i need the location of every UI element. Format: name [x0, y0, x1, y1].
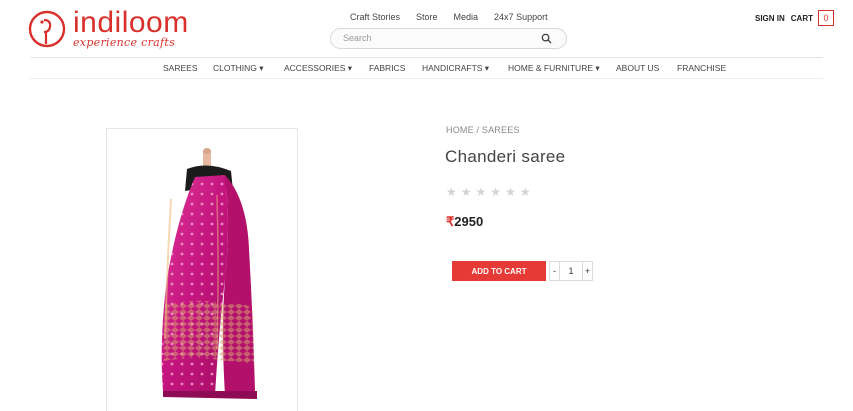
- star-icon[interactable]: ★: [446, 186, 457, 198]
- logo-text: indiloom experience crafts: [73, 6, 189, 50]
- saree-image: [161, 148, 257, 399]
- search-input[interactable]: [343, 33, 533, 43]
- nav-divider-top: [30, 57, 823, 58]
- qty-input[interactable]: 1: [560, 261, 582, 281]
- toplink-support[interactable]: 24x7 Support: [486, 12, 556, 22]
- site-header: indiloom experience crafts Craft Stories…: [0, 0, 853, 58]
- star-icon[interactable]: ★: [520, 186, 531, 198]
- toplink-store[interactable]: Store: [408, 12, 446, 22]
- breadcrumb[interactable]: HOME / SAREES: [446, 125, 520, 135]
- brand-name: indiloom: [73, 6, 189, 39]
- cart-link[interactable]: CART: [791, 14, 813, 23]
- nav-item-fabrics[interactable]: FABRICS: [369, 63, 405, 73]
- qty-decrement-button[interactable]: -: [549, 261, 560, 281]
- toplink-media[interactable]: Media: [446, 12, 487, 22]
- nav-item-franchise[interactable]: FRANCHISE: [677, 63, 726, 73]
- star-icon[interactable]: ★: [490, 186, 501, 198]
- nav-item-clothing[interactable]: CLOTHING ▾: [213, 63, 264, 74]
- nav-item-home-furniture[interactable]: HOME & FURNITURE ▾: [508, 63, 600, 74]
- star-icon[interactable]: ★: [461, 186, 472, 198]
- product-price: ₹2950: [446, 214, 483, 230]
- quantity-stepper: - 1 +: [549, 261, 593, 281]
- price-value: 2950: [454, 214, 484, 229]
- search-bar: [330, 28, 567, 49]
- product-image[interactable]: [106, 128, 298, 411]
- nav-divider-bottom: [30, 78, 823, 79]
- rating-stars[interactable]: ★ ★ ★ ★ ★ ★: [446, 186, 531, 198]
- nav-item-about-us[interactable]: ABOUT US: [616, 63, 659, 73]
- cart-count-badge[interactable]: 0: [818, 10, 834, 26]
- signin-link[interactable]: SIGN IN: [755, 14, 785, 23]
- product-title: Chanderi saree: [445, 147, 566, 166]
- brand-tagline: experience crafts: [73, 36, 176, 49]
- star-icon[interactable]: ★: [505, 186, 516, 198]
- qty-increment-button[interactable]: +: [582, 261, 593, 281]
- star-icon[interactable]: ★: [476, 186, 487, 198]
- toplink-craft-stories[interactable]: Craft Stories: [342, 12, 408, 22]
- nav-item-sarees[interactable]: SAREES: [163, 63, 198, 73]
- brand-logo[interactable]: indiloom experience crafts: [27, 8, 189, 49]
- search-icon[interactable]: [541, 33, 552, 44]
- add-to-cart-button[interactable]: ADD TO CART: [452, 261, 546, 281]
- account-area: SIGN IN CART 0: [755, 10, 834, 26]
- indiloom-logo-icon: [28, 10, 66, 47]
- nav-item-handicrafts[interactable]: HANDICRAFTS ▾: [422, 63, 489, 74]
- nav-item-accessories[interactable]: ACCESSORIES ▾: [284, 63, 352, 74]
